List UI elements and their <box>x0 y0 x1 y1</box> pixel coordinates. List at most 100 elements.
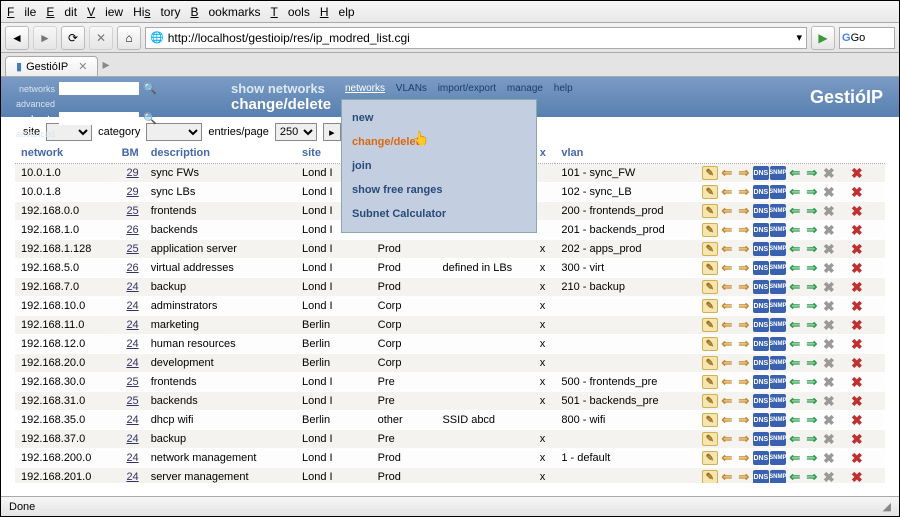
green-right-icon[interactable]: ⇒ <box>804 470 820 483</box>
delete-icon[interactable]: ✖ <box>849 242 865 256</box>
snmp-icon[interactable]: SNMP <box>770 356 786 370</box>
snmp-icon[interactable]: SNMP <box>770 223 786 237</box>
cell-bm[interactable]: 24 <box>112 316 144 335</box>
resize-grip-icon[interactable]: ◢ <box>883 500 891 513</box>
delete-icon[interactable]: ✖ <box>849 299 865 313</box>
edit-icon[interactable]: ✎ <box>702 432 718 446</box>
arrow-right-icon[interactable]: ⇒ <box>736 242 752 256</box>
delete-icon[interactable]: ✖ <box>849 451 865 465</box>
green-left-icon[interactable]: ⇐ <box>787 318 803 332</box>
cell-bm[interactable]: 25 <box>112 392 144 411</box>
cell-bm[interactable]: 29 <box>112 183 144 202</box>
delete-icon[interactable]: ✖ <box>849 166 865 180</box>
dns-icon[interactable]: DNS <box>753 337 769 351</box>
cell-network[interactable]: 192.168.201.0 <box>15 468 112 484</box>
snmp-icon[interactable]: SNMP <box>770 280 786 294</box>
arrow-right-icon[interactable]: ⇒ <box>736 432 752 446</box>
green-left-icon[interactable]: ⇐ <box>787 299 803 313</box>
arrow-left-icon[interactable]: ⇐ <box>719 299 735 313</box>
arrow-left-icon[interactable]: ⇐ <box>719 394 735 408</box>
arrow-right-icon[interactable]: ⇒ <box>736 413 752 427</box>
cell-bm[interactable]: 29 <box>112 164 144 183</box>
clear-icon[interactable]: ✖ <box>821 470 837 483</box>
clear-icon[interactable]: ✖ <box>821 242 837 256</box>
search-icon[interactable]: 🔍 <box>143 82 157 95</box>
cell-network[interactable]: 192.168.12.0 <box>15 335 112 354</box>
menu-bookmarks[interactable]: Bookmarks <box>190 5 260 19</box>
green-left-icon[interactable]: ⇐ <box>787 394 803 408</box>
clear-icon[interactable]: ✖ <box>821 413 837 427</box>
clear-icon[interactable]: ✖ <box>821 337 837 351</box>
delete-icon[interactable]: ✖ <box>849 375 865 389</box>
cell-network[interactable]: 192.168.7.0 <box>15 278 112 297</box>
edit-icon[interactable]: ✎ <box>702 223 718 237</box>
clear-icon[interactable]: ✖ <box>821 356 837 370</box>
clear-icon[interactable]: ✖ <box>821 280 837 294</box>
edit-icon[interactable]: ✎ <box>702 299 718 313</box>
menu-edit[interactable]: Edit <box>46 5 77 19</box>
cell-network[interactable]: 192.168.10.0 <box>15 297 112 316</box>
green-left-icon[interactable]: ⇐ <box>787 356 803 370</box>
networks-advanced-link[interactable]: advanced <box>11 99 59 109</box>
cell-bm[interactable]: 24 <box>112 297 144 316</box>
dns-icon[interactable]: DNS <box>753 318 769 332</box>
dropdown-new[interactable]: new <box>342 106 536 130</box>
clear-icon[interactable]: ✖ <box>821 261 837 275</box>
dropdown-change-delete[interactable]: change/delete <box>342 130 536 154</box>
new-tab-button[interactable]: ▸ <box>102 56 109 73</box>
cell-network[interactable]: 192.168.11.0 <box>15 316 112 335</box>
clear-icon[interactable]: ✖ <box>821 166 837 180</box>
green-left-icon[interactable]: ⇐ <box>787 166 803 180</box>
snmp-icon[interactable]: SNMP <box>770 166 786 180</box>
arrow-left-icon[interactable]: ⇐ <box>719 185 735 199</box>
cell-network[interactable]: 192.168.5.0 <box>15 259 112 278</box>
nav-manage[interactable]: manage <box>507 83 543 94</box>
snmp-icon[interactable]: SNMP <box>770 432 786 446</box>
cell-network[interactable]: 192.168.1.0 <box>15 221 112 240</box>
arrow-left-icon[interactable]: ⇐ <box>719 375 735 389</box>
delete-icon[interactable]: ✖ <box>849 470 865 483</box>
delete-icon[interactable]: ✖ <box>849 413 865 427</box>
green-right-icon[interactable]: ⇒ <box>804 318 820 332</box>
snmp-icon[interactable]: SNMP <box>770 394 786 408</box>
menu-view[interactable]: View <box>87 5 123 19</box>
dns-icon[interactable]: DNS <box>753 223 769 237</box>
snmp-icon[interactable]: SNMP <box>770 204 786 218</box>
cell-bm[interactable]: 24 <box>112 430 144 449</box>
green-right-icon[interactable]: ⇒ <box>804 204 820 218</box>
cell-bm[interactable]: 26 <box>112 259 144 278</box>
cell-network[interactable]: 192.168.35.0 <box>15 411 112 430</box>
green-left-icon[interactable]: ⇐ <box>787 451 803 465</box>
menu-history[interactable]: History <box>133 5 180 19</box>
cell-bm[interactable]: 25 <box>112 202 144 221</box>
arrow-left-icon[interactable]: ⇐ <box>719 280 735 294</box>
stop-button[interactable]: ✕ <box>89 26 113 50</box>
dns-icon[interactable]: DNS <box>753 413 769 427</box>
search-icon[interactable]: 🔍 <box>143 112 157 125</box>
arrow-left-icon[interactable]: ⇐ <box>719 470 735 483</box>
green-left-icon[interactable]: ⇐ <box>787 413 803 427</box>
arrow-right-icon[interactable]: ⇒ <box>736 356 752 370</box>
snmp-icon[interactable]: SNMP <box>770 470 786 483</box>
cell-bm[interactable]: 24 <box>112 354 144 373</box>
cell-network[interactable]: 192.168.200.0 <box>15 449 112 468</box>
clear-icon[interactable]: ✖ <box>821 375 837 389</box>
green-right-icon[interactable]: ⇒ <box>804 299 820 313</box>
cell-bm[interactable]: 24 <box>112 278 144 297</box>
url-input[interactable] <box>168 31 797 45</box>
arrow-left-icon[interactable]: ⇐ <box>719 356 735 370</box>
arrow-left-icon[interactable]: ⇐ <box>719 337 735 351</box>
green-right-icon[interactable]: ⇒ <box>804 280 820 294</box>
green-right-icon[interactable]: ⇒ <box>804 432 820 446</box>
snmp-icon[interactable]: SNMP <box>770 337 786 351</box>
arrow-right-icon[interactable]: ⇒ <box>736 223 752 237</box>
edit-icon[interactable]: ✎ <box>702 394 718 408</box>
tab-close-icon[interactable]: ✕ <box>78 60 87 73</box>
green-right-icon[interactable]: ⇒ <box>804 261 820 275</box>
delete-icon[interactable]: ✖ <box>849 337 865 351</box>
green-right-icon[interactable]: ⇒ <box>804 356 820 370</box>
arrow-left-icon[interactable]: ⇐ <box>719 242 735 256</box>
nav-help[interactable]: help <box>554 83 573 94</box>
nav-networks[interactable]: networks <box>345 83 385 94</box>
arrow-right-icon[interactable]: ⇒ <box>736 375 752 389</box>
